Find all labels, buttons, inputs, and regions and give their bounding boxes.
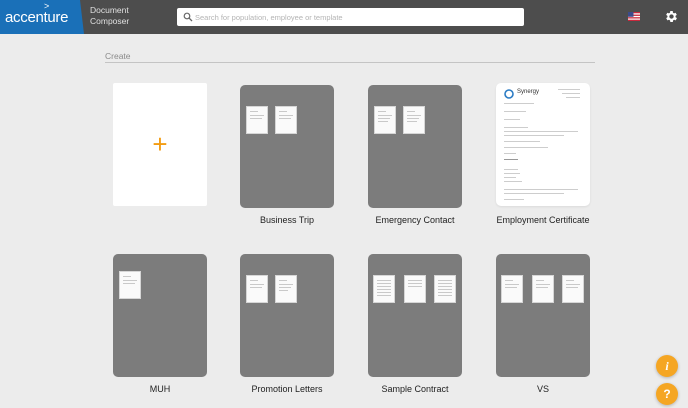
preview-line (562, 93, 580, 94)
preview-line (504, 141, 540, 142)
template-label[interactable]: Employment Certificate (473, 215, 613, 225)
preview-line (504, 119, 520, 120)
preview-line (504, 135, 564, 136)
page-thumbnail (374, 106, 396, 134)
preview-line (504, 181, 522, 182)
preview-line (558, 89, 580, 90)
page-thumbnail (562, 275, 584, 303)
plus-icon: + (152, 129, 168, 159)
page-thumbnail (246, 275, 268, 303)
page-thumbnail (404, 275, 426, 303)
page-thumbnail (532, 275, 554, 303)
page-thumbnail (501, 275, 523, 303)
template-tile-emergency-contact[interactable] (368, 85, 462, 208)
template-label[interactable]: Promotion Letters (217, 384, 357, 394)
page-thumbnail (275, 106, 297, 134)
template-label[interactable]: Sample Contract (345, 384, 485, 394)
logo-text: accenture (5, 9, 69, 26)
page-thumbnail (403, 106, 425, 134)
search-box[interactable] (177, 8, 524, 26)
preview-line (504, 169, 518, 170)
app-name-line1: Document (90, 5, 129, 15)
preview-line (504, 153, 516, 154)
accenture-logo[interactable]: > accenture (0, 0, 84, 34)
preview-line (504, 173, 520, 174)
gear-icon[interactable] (664, 9, 679, 24)
search-icon (183, 12, 193, 22)
page-thumbnail (246, 106, 268, 134)
us-flag-icon[interactable] (628, 12, 640, 21)
page-thumbnail (275, 275, 297, 303)
page-thumbnail (119, 271, 141, 299)
template-label[interactable]: MUH (90, 384, 230, 394)
preview-line (504, 189, 578, 190)
info-button[interactable]: i (656, 355, 678, 377)
section-divider (105, 62, 595, 63)
template-tile-promotion-letters[interactable] (240, 254, 334, 377)
page-thumbnail (373, 275, 395, 303)
page-thumbnail (434, 275, 456, 303)
preview-line (504, 127, 528, 128)
synergy-logo-icon (504, 89, 514, 99)
app-name: Document Composer (90, 5, 129, 27)
preview-line (504, 103, 534, 104)
preview-brand: Synergy (517, 89, 540, 95)
search-input[interactable] (195, 8, 515, 26)
section-title: Create (105, 51, 131, 61)
template-tile-vs[interactable] (496, 254, 590, 377)
template-label[interactable]: VS (473, 384, 613, 394)
create-new-tile[interactable]: + (113, 83, 207, 206)
template-label[interactable]: Business Trip (217, 215, 357, 225)
template-label[interactable]: Emergency Contact (345, 215, 485, 225)
preview-line (504, 111, 526, 112)
help-button[interactable]: ? (656, 383, 678, 405)
template-tile-business-trip[interactable] (240, 85, 334, 208)
preview-line (504, 177, 516, 178)
preview-line (504, 193, 564, 194)
preview-line (504, 199, 524, 200)
app-name-line2: Composer (90, 16, 130, 26)
template-tile-sample-contract[interactable] (368, 254, 462, 377)
template-tile-muh[interactable] (113, 254, 207, 377)
template-tile-employment-certificate[interactable]: Synergy (496, 83, 590, 206)
preview-signature (504, 159, 518, 160)
preview-line (504, 147, 548, 148)
top-bar: > accenture Document Composer (0, 0, 688, 34)
preview-line (566, 97, 580, 98)
preview-line (504, 131, 578, 132)
